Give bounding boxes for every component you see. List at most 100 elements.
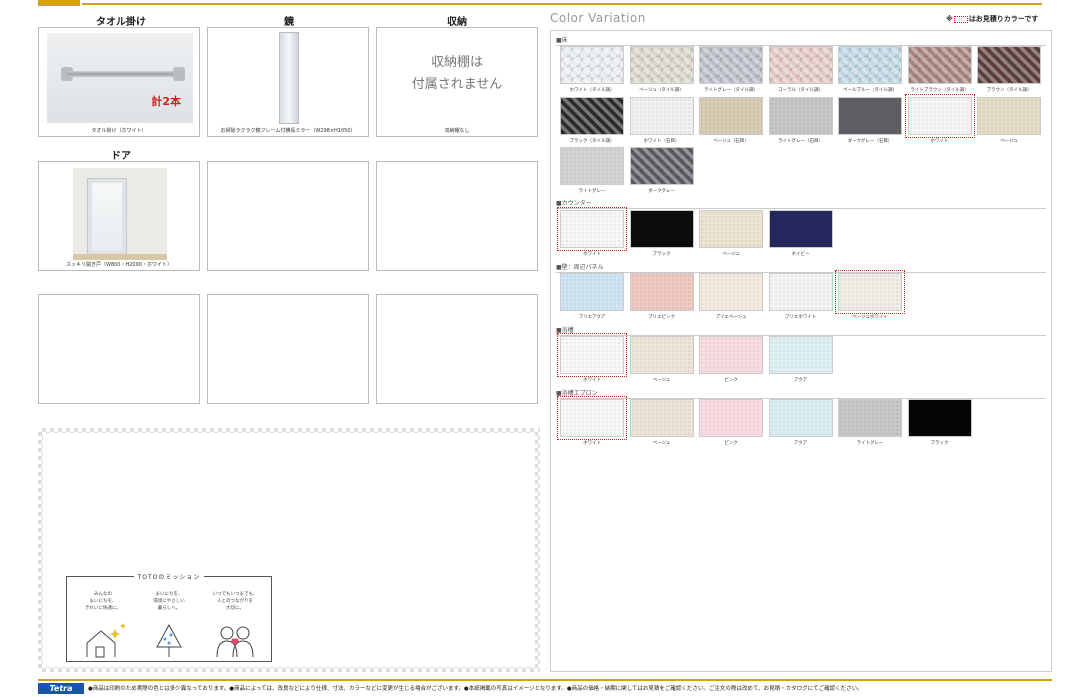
wall-swatch[interactable] [699,273,763,311]
section-wall: ■壁：周辺パネル [556,262,1046,273]
tub-swatch[interactable] [699,336,763,374]
floor-swatch-label: ライトグレー [578,189,606,194]
floor-swatch-label: ライトブラウン（タイル調） [910,88,969,93]
tub-swatch-label: ホワイト [583,378,601,383]
wall-swatch[interactable] [560,273,624,311]
floor-swatch[interactable] [629,147,694,185]
floor-swatch[interactable] [560,97,624,135]
counter-swatch-label: ホワイト [583,252,601,257]
top-bar [0,0,1080,6]
wall-swatch-label: プリエピンク [648,315,675,320]
header-towel: タオル掛け [96,17,146,28]
mirror-photo [279,32,299,124]
counter-swatch[interactable] [699,210,763,248]
towel-count-note: 計2本 [151,95,181,108]
wall-swatch[interactable] [629,273,694,311]
section-floor: ■床 [556,35,1046,46]
tub-swatch-label: ピンク [724,378,738,383]
mission-col-2: まいにちを、 環境にやさしい 暮らしへ。 [139,591,199,612]
section-apron: ■浴槽エプロン [556,388,1046,399]
mission-text: まいにちを、 [155,592,183,597]
floor-swatch-label: ペールブルー（タイル調） [843,88,897,93]
counter-swatch-label: ブラック [652,252,671,257]
floor-swatch[interactable] [907,46,972,84]
towel-caption: タオル掛け（ホワイト） [91,128,147,134]
mission-text: 暮らしへ。 [157,606,181,611]
apron-swatch[interactable] [838,399,902,437]
counter-swatch[interactable] [629,210,694,248]
floor-swatch[interactable] [699,46,763,84]
storage-text: 収納棚は 付属されません [377,52,537,96]
mirror-caption: お掃除ラクラク鏡フレーム付横長ミラー（W298×H1050） [220,128,356,134]
counter-swatch-label: ベージュ [722,252,740,257]
storage-caption: 収納棚なし [444,128,470,134]
sparkle-icon [109,623,126,639]
floor-swatch[interactable] [629,46,694,84]
floor-swatch-label: ベージュ [1000,139,1018,144]
water-drop-icon [163,633,173,645]
tub-swatch[interactable] [629,336,694,374]
floor-swatch[interactable] [977,46,1041,84]
section-counter: ■カウンター [556,198,1046,209]
mission-text: 大切に。 [226,606,244,611]
floor-swatch-label: コーラル（タイル調） [778,88,823,93]
empty-card [207,161,369,271]
floor-swatch-label: ダークグレー [648,189,675,194]
mission-text: 環境にやさしい [153,599,185,604]
top-accent [38,0,80,6]
apron-swatch-label: ベージュ [652,441,671,446]
mirror-card: お掃除ラクラク鏡フレーム付横長ミラー（W298×H1050） [207,27,369,137]
floor-swatch-label: ホワイト（タイル調） [569,88,615,93]
mission-title-wrap: TOTOのミッション [67,572,271,581]
floor-swatch[interactable] [768,97,833,135]
note-prefix: ※ [946,15,953,23]
footer: Tetra ●商品は印刷のため実際の色とは多少異なっております。●商品によっては… [38,679,1052,694]
floor-swatch[interactable] [838,46,902,84]
storage-card: 収納棚は 付属されません 収納棚なし [376,27,538,137]
floor-swatch[interactable] [977,97,1041,135]
wall-swatch[interactable] [835,270,905,314]
towel-photo: 計2本 [47,33,193,123]
house-icon [86,630,116,658]
apron-swatch[interactable] [768,399,833,437]
tub-swatch-label: ベージュ [652,378,671,383]
wall-swatch-label: ベージュホワイト [852,315,888,320]
floor-swatch[interactable] [629,97,694,135]
door-floor [73,254,167,260]
estimate-marker [953,15,968,23]
floor-swatch[interactable] [560,46,624,84]
apron-swatch[interactable] [907,399,972,437]
floor-swatch[interactable] [699,97,763,135]
floor-swatch[interactable] [768,46,833,84]
floor-swatch-label: ホワイト（石目） [643,139,680,144]
tub-swatch[interactable] [557,333,627,377]
floor-swatch[interactable] [560,147,624,185]
door-frame [87,178,127,258]
counter-swatch[interactable] [557,207,627,251]
apron-swatch[interactable] [557,396,627,440]
floor-swatch-label: ホワイト [930,139,949,144]
floor-swatch[interactable] [838,97,902,135]
tub-swatch-label: アクア [793,378,808,383]
wall-swatch-label: プリエアクア [578,315,606,320]
mission-title: TOTOのミッション [133,574,205,581]
empty-card [376,294,538,404]
floor-swatch-label: ベージュ（石目） [713,139,749,144]
apron-swatch[interactable] [629,399,694,437]
heart-icon [231,638,239,645]
floor-swatch-label: ライトグレー（タイル調） [704,88,758,93]
section-tub: ■浴槽 [556,325,1046,336]
counter-swatch-label: ネイビー [791,252,810,257]
door-card: スッキリ開き戸（W800・H2000・ホワイト） [38,161,200,271]
wall-swatch-label: プリエベージュ [715,315,747,320]
floor-swatch[interactable] [904,94,975,138]
mission-text: 人とのつながりを [217,599,253,604]
wall-swatch[interactable] [768,273,833,311]
counter-swatch[interactable] [768,210,833,248]
tub-swatch[interactable] [768,336,833,374]
wall-swatch-label: プリエホワイト [784,315,817,320]
header-storage: 収納 [447,17,467,28]
mission-area: TOTOのミッション みんなの まいにちを、 きれいに快適に。 まいにちを、 環… [38,428,540,672]
empty-card [207,294,369,404]
apron-swatch[interactable] [699,399,763,437]
